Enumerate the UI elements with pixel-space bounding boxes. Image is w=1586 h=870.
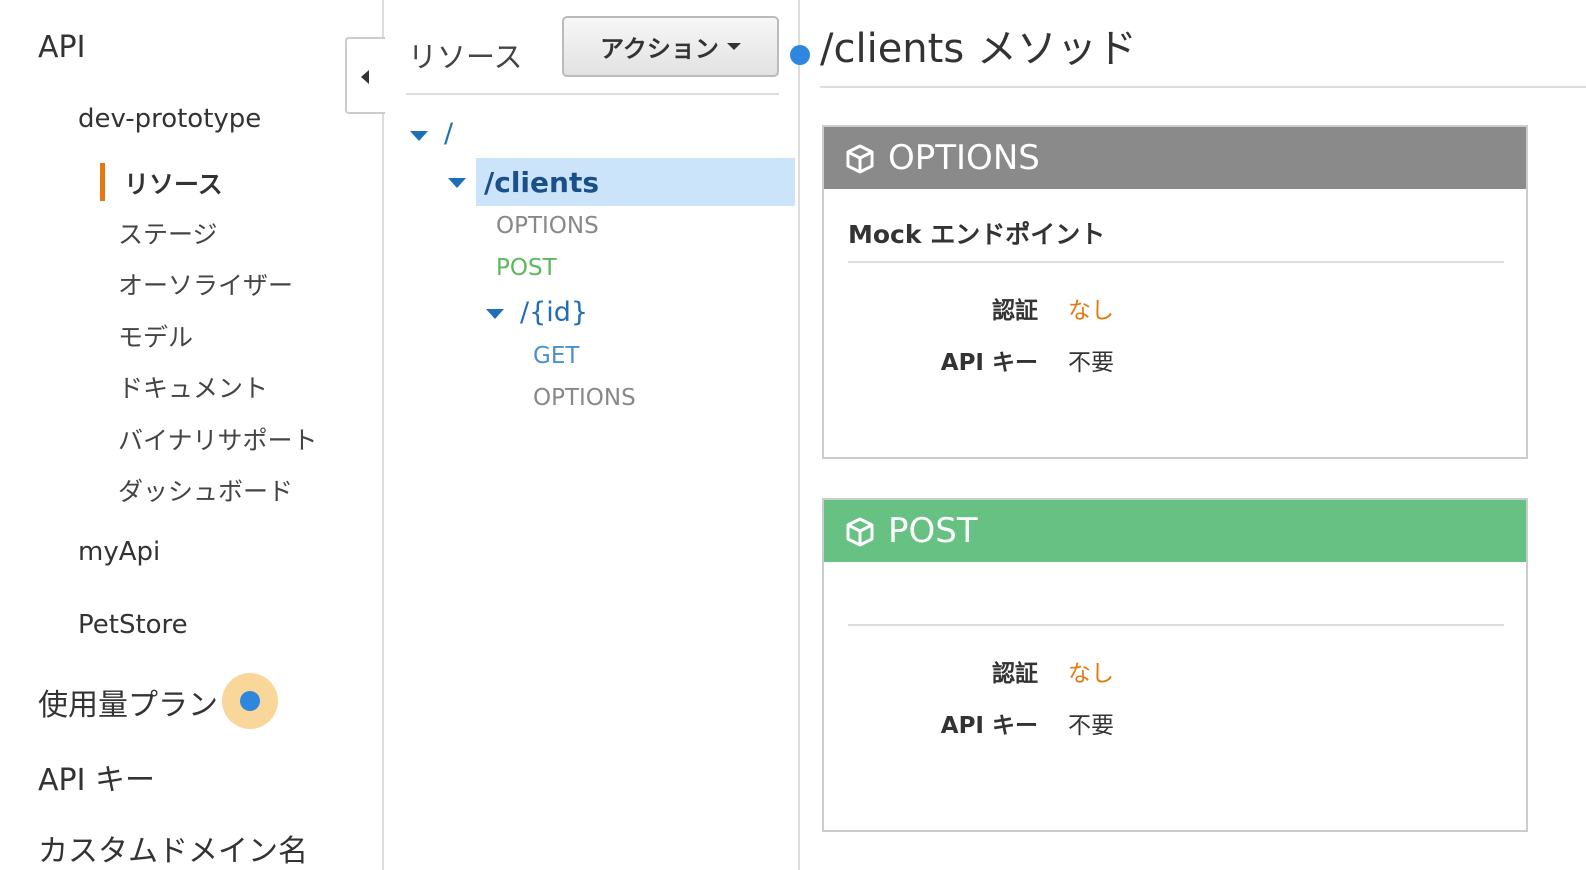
nav-usage-plans[interactable]: 使用量プラン: [38, 680, 218, 724]
nav-item-documentation[interactable]: ドキュメント: [118, 369, 268, 405]
actions-label: アクション: [600, 35, 719, 63]
method-clients-options[interactable]: OPTIONS: [496, 213, 599, 239]
card-header-options[interactable]: OPTIONS: [824, 127, 1526, 189]
card-title-post: POST: [888, 511, 978, 551]
card-divider: [848, 624, 1504, 626]
auth-value-link[interactable]: なし: [1068, 654, 1114, 688]
api-key-value: 不要: [1068, 713, 1114, 739]
collapse-sidebar-button[interactable]: [345, 37, 385, 114]
card-subtitle-mock: Mock エンドポイント: [848, 220, 1106, 249]
nav-item-resources[interactable]: リソース: [124, 165, 223, 201]
nav-api-petstore[interactable]: PetStore: [78, 610, 188, 640]
card-title-options: OPTIONS: [888, 138, 1040, 178]
nav-api-dev-prototype[interactable]: dev-prototype: [78, 104, 261, 134]
caret-down-icon: [726, 43, 741, 50]
nav-api-myapi[interactable]: myApi: [78, 537, 160, 567]
nav-api-keys[interactable]: API キー: [38, 755, 155, 799]
nav-api-header[interactable]: API: [38, 30, 85, 65]
resource-clients-selected[interactable]: /clients: [476, 158, 795, 206]
method-clients-post[interactable]: POST: [496, 255, 557, 281]
resource-clients: /clients: [484, 166, 599, 199]
cursor-highlight: [222, 673, 278, 729]
method-card-post[interactable]: POST 認証 なし API キー 不要: [822, 498, 1528, 832]
tree-divider: [406, 93, 779, 95]
api-key-label: API キー: [940, 713, 1038, 739]
nav-item-stages[interactable]: ステージ: [118, 215, 218, 251]
card-header-post[interactable]: POST: [824, 500, 1526, 562]
triangle-down-icon[interactable]: [486, 309, 504, 319]
card-divider: [848, 261, 1504, 263]
page-title: /clients メソッド: [820, 26, 1137, 72]
api-key-label: API キー: [940, 350, 1038, 376]
cube-icon: [846, 144, 874, 174]
title-divider: [820, 86, 1586, 88]
resource-id[interactable]: /{id}: [520, 297, 588, 328]
cursor-dot: [240, 691, 260, 711]
auth-label: 認証: [992, 298, 1038, 324]
cube-icon: [846, 517, 874, 547]
auth-label: 認証: [992, 661, 1038, 687]
api-key-value: 不要: [1068, 350, 1114, 376]
nav-item-dashboard[interactable]: ダッシュボード: [118, 472, 293, 508]
nav-item-models[interactable]: モデル: [118, 318, 193, 354]
nav-custom-domains[interactable]: カスタムドメイン名: [38, 826, 308, 870]
pointer-dot: [790, 45, 810, 65]
triangle-down-icon[interactable]: [410, 131, 428, 141]
left-navigation: API dev-prototype リソース ステージ オーソライザー モデル …: [0, 0, 385, 870]
actions-dropdown-button[interactable]: アクション: [562, 16, 779, 77]
method-card-options[interactable]: OPTIONS Mock エンドポイント 認証 なし API キー 不要: [822, 125, 1528, 459]
method-id-get[interactable]: GET: [533, 343, 579, 369]
resource-tree-panel: リソース アクション / /clients OPTIONS POST /{id}…: [386, 0, 800, 870]
nav-item-authorizers[interactable]: オーソライザー: [118, 266, 293, 302]
method-content: /clients メソッド OPTIONS Mock エンドポイント 認証 なし…: [790, 0, 1586, 870]
resources-title: リソース: [408, 40, 523, 74]
method-id-options[interactable]: OPTIONS: [533, 385, 636, 411]
nav-item-binary-support[interactable]: バイナリサポート: [118, 421, 318, 457]
auth-value-link[interactable]: なし: [1068, 291, 1114, 325]
chevron-left-icon: [361, 70, 369, 84]
triangle-down-icon[interactable]: [448, 178, 466, 188]
active-indicator: [100, 163, 105, 201]
resource-root[interactable]: /: [444, 118, 453, 149]
